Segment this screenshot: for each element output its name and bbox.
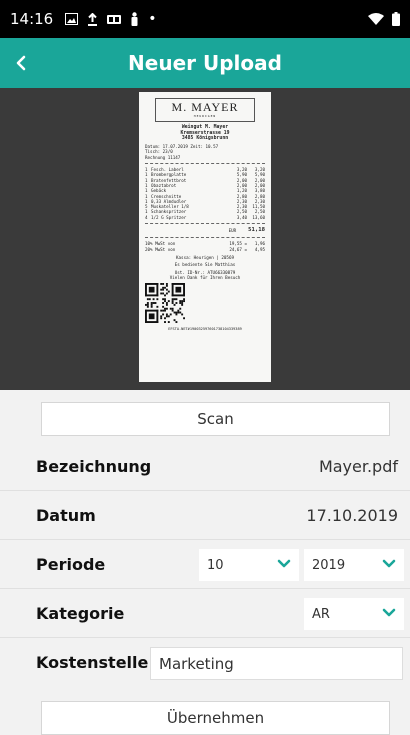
battery-icon [392,12,400,26]
more-notifications-dot: • [148,11,157,27]
kostenstelle-label: Kostenstelle [36,653,149,672]
kategorie-select[interactable]: AR [304,598,404,630]
periode-month-select[interactable]: 10 [199,549,299,581]
periode-year-select[interactable]: 2019 [304,549,404,581]
receipt-footer-line: Es bediente Sie Matthias [174,262,236,268]
kostenstelle-input[interactable] [150,647,403,680]
receipt-invoice: Rechnung 11147 [145,154,181,160]
receipt-divider [145,163,265,165]
status-time: 14:16 [10,10,54,28]
wifi-icon [368,13,384,25]
receipt-qr-footer: EFSTA.NET#190032597601738104339389 [168,327,242,332]
receipt-logo: M. MAYER HEURIGEN [155,98,255,123]
datum-label: Datum [36,505,96,525]
receipt-footer-line: Vielen Dank für Ihren Besuch [169,274,241,280]
kategorie-row: Kategorie AR [0,589,410,638]
receipt-total-row: EUR 51,18 [145,227,265,234]
tax-label: 20% MwSt von [145,246,176,252]
qr-code [145,283,185,324]
chevron-down-icon [382,559,396,568]
receipt-currency: EUR [228,228,237,234]
receipt-tax-row: 20% MwSt von 24,67 = 4,95 [145,247,265,252]
scan-button[interactable]: Scan [41,402,390,436]
receipt-total: 51,18 [248,227,265,234]
receipt-items: 1 Fesch. Laberl 3,20 3,20 1 Brombergplatte 5,9… [145,167,265,220]
receipt-footer-line: Kassa: Heurigen | 20569 [176,254,234,260]
image-icon [65,13,79,25]
receipt-divider [145,223,265,225]
kategorie-label: Kategorie [36,603,125,623]
bezeichnung-label: Bezeichnung [36,456,152,476]
upload-form: Scan Bezeichnung Mayer.pdf Datum 17.10.2… [0,390,410,735]
receipt-divider [145,237,265,239]
apply-button[interactable]: Übernehmen [41,701,390,735]
tax-base: 24,67 = [229,246,247,252]
periode-row: Periode 10 2019 [0,540,410,589]
notification-icons: • [65,11,157,27]
receipt-logo-sub: HEURIGEN [193,114,217,118]
back-button[interactable] [0,38,42,88]
chevron-down-icon [277,559,291,568]
chevron-left-icon [16,55,26,71]
bezeichnung-value[interactable]: Mayer.pdf [319,457,398,476]
gallery-icon [107,14,122,24]
receipt-item-row: 4 1/2 G Spritzer 3,40 13,60 [145,215,265,220]
receipt-image: M. MAYER HEURIGEN Weingut M. Mayer Krems… [139,92,271,382]
periode-year-value: 2019 [312,557,346,573]
bezeichnung-row: Bezeichnung Mayer.pdf [0,442,410,491]
kostenstelle-row: Kostenstelle [0,638,410,687]
system-icons [368,12,400,26]
tax-amount: 4,95 [254,246,265,252]
periode-month-value: 10 [207,557,224,573]
receipt-header-line: 3485 Königsbrunn [181,135,229,141]
page-title: Neuer Upload [128,51,282,75]
receipt-item-price: 3,40 [236,214,247,220]
datum-row: Datum 17.10.2019 [0,491,410,540]
receipt-logo-name: M. MAYER [171,100,239,114]
chevron-down-icon [382,608,396,617]
receipt-item-total: 13,60 [252,214,265,220]
receipt-item-name: 1/2 G Spritzer [151,214,187,220]
periode-label: Periode [36,554,106,574]
document-preview[interactable]: M. MAYER HEURIGEN Weingut M. Mayer Krems… [0,88,410,390]
status-bar: 14:16 • [0,0,410,38]
person-icon [131,12,138,26]
datum-value[interactable]: 17.10.2019 [306,506,398,525]
app-bar: Neuer Upload [0,38,410,88]
upload-icon [88,12,98,26]
kategorie-value: AR [312,606,330,622]
